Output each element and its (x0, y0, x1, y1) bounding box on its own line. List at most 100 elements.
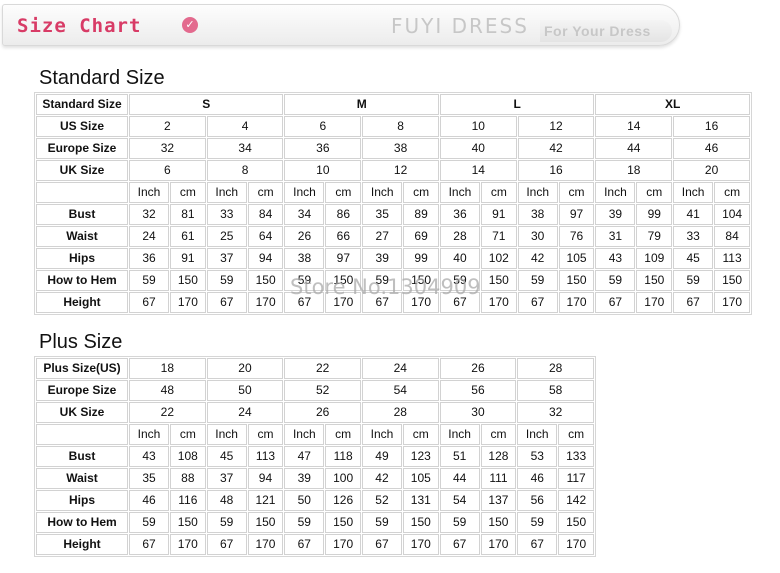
us-size-row: Plus Size(US) 18 20 22 24 26 28 (36, 358, 594, 379)
unit-inch-cell: Inch (595, 182, 636, 203)
measure-value-cell: 39 (284, 468, 325, 489)
measure-row: Hips 36 91 37 94 38 97 39 99 40 102 42 105 43 109 45 113 (36, 248, 750, 269)
measure-value-cell: 150 (169, 512, 206, 533)
size-value-cell: 54 (361, 380, 439, 401)
unit-cm-cell: cm (558, 424, 594, 445)
size-group-cell: M (284, 94, 439, 115)
size-group-row: Standard Size S M L XL (36, 94, 750, 115)
measure-value-cell: 59 (361, 512, 402, 533)
measure-value-cell: 28 (439, 226, 480, 247)
size-value-cell: 24 (206, 402, 284, 423)
uk-size-row: UK Size 6 8 10 12 14 16 18 20 (36, 160, 750, 181)
measure-value-cell: 66 (325, 226, 362, 247)
size-value-cell: 36 (284, 138, 362, 159)
size-value-cell: 22 (284, 358, 361, 379)
size-value-cell: 14 (439, 160, 517, 181)
measure-value-cell: 67 (206, 292, 247, 313)
measure-value-cell: 53 (517, 446, 558, 467)
measure-value-cell: 137 (480, 490, 517, 511)
measure-value-cell: 170 (170, 292, 206, 313)
measure-value-cell: 59 (673, 270, 714, 291)
size-value-cell: 58 (517, 380, 594, 401)
measure-value-cell: 37 (206, 248, 247, 269)
measure-label: Height (36, 292, 128, 313)
measure-value-cell: 39 (362, 248, 403, 269)
measure-value-cell: 170 (402, 534, 439, 555)
measure-value-cell: 123 (402, 446, 439, 467)
plus-size-title: Plus Size (39, 331, 123, 353)
measure-value-cell: 91 (480, 204, 517, 225)
measure-value-cell: 170 (558, 292, 595, 313)
unit-inch-cell: Inch (362, 182, 403, 203)
size-value-cell: 16 (517, 160, 595, 181)
measure-value-cell: 121 (247, 490, 284, 511)
measure-value-cell: 67 (517, 292, 558, 313)
measure-value-cell: 35 (362, 204, 403, 225)
unit-cm-cell: cm (169, 424, 206, 445)
size-value-cell: 46 (673, 138, 750, 159)
size-value-cell: 42 (517, 138, 595, 159)
size-value-cell: 18 (129, 358, 206, 379)
measure-value-cell: 116 (169, 490, 206, 511)
measure-row: Height 67 170 67 170 67 170 67 170 67 170 67 170 (36, 534, 594, 555)
measure-value-cell: 25 (206, 226, 247, 247)
size-value-cell: 52 (284, 380, 361, 401)
measure-value-cell: 150 (558, 512, 594, 533)
brand-name: FUYI DRESS (391, 14, 529, 38)
unit-inch-cell: Inch (284, 424, 325, 445)
unit-inch-cell: Inch (439, 182, 480, 203)
unit-cm-cell: cm (247, 424, 284, 445)
size-value-cell: 20 (673, 160, 750, 181)
measure-value-cell: 128 (480, 446, 517, 467)
europe-size-row: Europe Size 32 34 36 38 40 42 44 46 (36, 138, 750, 159)
measure-value-cell: 150 (170, 270, 206, 291)
measure-value-cell: 94 (247, 468, 284, 489)
measure-value-cell: 170 (325, 534, 361, 555)
measure-value-cell: 133 (558, 446, 594, 467)
measure-value-cell: 71 (480, 226, 517, 247)
measure-value-cell: 26 (284, 226, 325, 247)
measure-value-cell: 102 (480, 248, 517, 269)
europe-size-row: Europe Size 48 50 52 54 56 58 (36, 380, 594, 401)
measure-value-cell: 36 (129, 248, 170, 269)
measure-value-cell: 79 (636, 226, 673, 247)
measure-value-cell: 61 (170, 226, 206, 247)
size-value-cell: 56 (439, 380, 517, 401)
measure-value-cell: 170 (480, 292, 517, 313)
measure-value-cell: 150 (714, 270, 750, 291)
size-value-cell: 8 (362, 116, 439, 137)
unit-cm-cell: cm (480, 424, 517, 445)
measure-value-cell: 118 (325, 446, 361, 467)
uk-size-row: UK Size 22 24 26 28 30 32 (36, 402, 594, 423)
size-value-cell: 10 (284, 160, 362, 181)
measure-value-cell: 97 (325, 248, 362, 269)
header-banner: Size Chart ✓ FUYI DRESS For Your Dress (2, 4, 680, 46)
unit-inch-cell: Inch (439, 424, 480, 445)
measure-value-cell: 170 (247, 292, 284, 313)
size-value-cell: 40 (439, 138, 517, 159)
measure-value-cell: 24 (129, 226, 170, 247)
measure-value-cell: 89 (403, 204, 439, 225)
measure-row: Bust 32 81 33 84 34 86 35 89 36 91 38 97 39 99 41 104 (36, 204, 750, 225)
measure-value-cell: 99 (636, 204, 673, 225)
size-value-cell: 8 (206, 160, 284, 181)
europe-size-label: Europe Size (36, 138, 128, 159)
measure-value-cell: 170 (558, 534, 594, 555)
unit-inch-cell: Inch (206, 182, 247, 203)
size-value-cell: 32 (129, 138, 206, 159)
size-value-cell: 20 (206, 358, 284, 379)
measure-value-cell: 43 (129, 446, 169, 467)
size-value-cell: 18 (595, 160, 673, 181)
measure-value-cell: 150 (325, 512, 361, 533)
unit-cm-cell: cm (402, 424, 439, 445)
measure-row: Bust 43 108 45 113 47 118 49 123 51 128 53 133 (36, 446, 594, 467)
unit-inch-cell: Inch (129, 182, 170, 203)
measure-value-cell: 59 (129, 512, 169, 533)
size-value-cell: 32 (517, 402, 594, 423)
measure-value-cell: 32 (129, 204, 170, 225)
store-watermark: Store No.1304909 (290, 275, 481, 299)
measure-value-cell: 42 (517, 248, 558, 269)
measure-value-cell: 170 (247, 534, 284, 555)
measure-value-cell: 45 (206, 446, 247, 467)
europe-size-label: Europe Size (36, 380, 128, 401)
